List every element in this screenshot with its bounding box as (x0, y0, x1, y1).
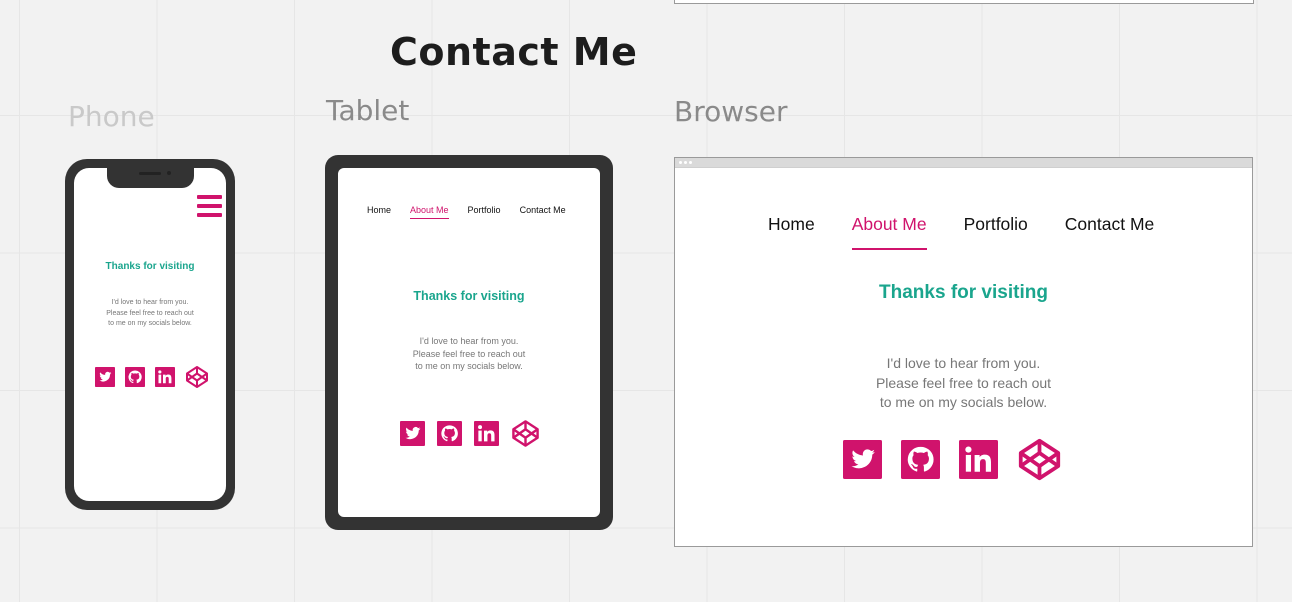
codepen-icon[interactable] (185, 365, 209, 389)
browser-frame-top-edge (674, 0, 1254, 4)
nav-portfolio[interactable]: Portfolio (468, 205, 501, 219)
tablet-screen: Home About Me Portfolio Contact Me Thank… (338, 168, 600, 517)
nav-contact-me[interactable]: Contact Me (520, 205, 566, 219)
phone-label: Phone (68, 100, 155, 133)
phone-thanks-heading: Thanks for visiting (105, 261, 195, 272)
message-line-2: Please feel free to reach out (412, 348, 526, 359)
window-dot[interactable] (684, 161, 687, 164)
github-icon[interactable] (437, 421, 462, 446)
browser-social-icons (843, 440, 1062, 482)
linkedin-icon[interactable] (474, 421, 499, 446)
linkedin-icon[interactable] (959, 440, 998, 479)
github-icon[interactable] (125, 367, 145, 387)
browser-message: I'd love to hear from you. Please feel f… (675, 354, 1252, 413)
tablet-label: Tablet (326, 94, 410, 127)
phone-screen: Thanks for visiting I'd love to hear fro… (74, 168, 226, 501)
tablet-mockup: Home About Me Portfolio Contact Me Thank… (325, 155, 613, 530)
nav-contact-me[interactable]: Contact Me (1065, 214, 1154, 250)
codepen-icon[interactable] (511, 419, 540, 448)
nav-about-me[interactable]: About Me (410, 205, 449, 219)
message-line-3: to me on my socials below. (415, 361, 523, 371)
page-title: Contact Me (390, 30, 638, 74)
phone-social-icons (95, 367, 209, 389)
window-dot[interactable] (679, 161, 682, 164)
window-dot[interactable] (689, 161, 692, 164)
github-icon[interactable] (901, 440, 940, 479)
message-line-1: I'd love to hear from you. (419, 336, 519, 346)
browser-nav: Home About Me Portfolio Contact Me (768, 214, 1154, 250)
phone-message: I'd love to hear from you. Please feel f… (74, 298, 226, 330)
browser-mockup: Home About Me Portfolio Contact Me Thank… (674, 157, 1253, 547)
tablet-message: I'd love to hear from you. Please feel f… (338, 335, 600, 373)
nav-about-me[interactable]: About Me (851, 214, 927, 250)
message-line-1: I'd love to hear from you. (886, 355, 1041, 371)
message-line-2: Please feel free to reach out (875, 374, 1052, 391)
tablet-nav: Home About Me Portfolio Contact Me (367, 205, 566, 219)
tablet-thanks-heading: Thanks for visiting (413, 289, 525, 303)
nav-home[interactable]: Home (367, 205, 391, 219)
message-line-2: Please feel free to reach out (106, 309, 194, 317)
hamburger-menu-icon[interactable] (197, 195, 222, 217)
browser-label: Browser (674, 95, 788, 128)
codepen-icon[interactable] (1017, 437, 1062, 482)
browser-thanks-heading: Thanks for visiting (879, 282, 1048, 303)
twitter-icon[interactable] (95, 367, 115, 387)
nav-portfolio[interactable]: Portfolio (964, 214, 1028, 250)
speaker-grille (139, 172, 161, 175)
twitter-icon[interactable] (843, 440, 882, 479)
phone-notch (107, 166, 194, 188)
browser-title-bar (675, 158, 1252, 168)
tablet-social-icons (400, 421, 540, 448)
twitter-icon[interactable] (400, 421, 425, 446)
message-line-3: to me on my socials below. (108, 320, 192, 327)
nav-home[interactable]: Home (768, 214, 815, 250)
message-line-1: I'd love to hear from you. (111, 299, 189, 306)
linkedin-icon[interactable] (155, 367, 175, 387)
phone-mockup: Thanks for visiting I'd love to hear fro… (65, 159, 235, 510)
front-camera (167, 171, 171, 175)
message-line-3: to me on my socials below. (879, 394, 1048, 410)
